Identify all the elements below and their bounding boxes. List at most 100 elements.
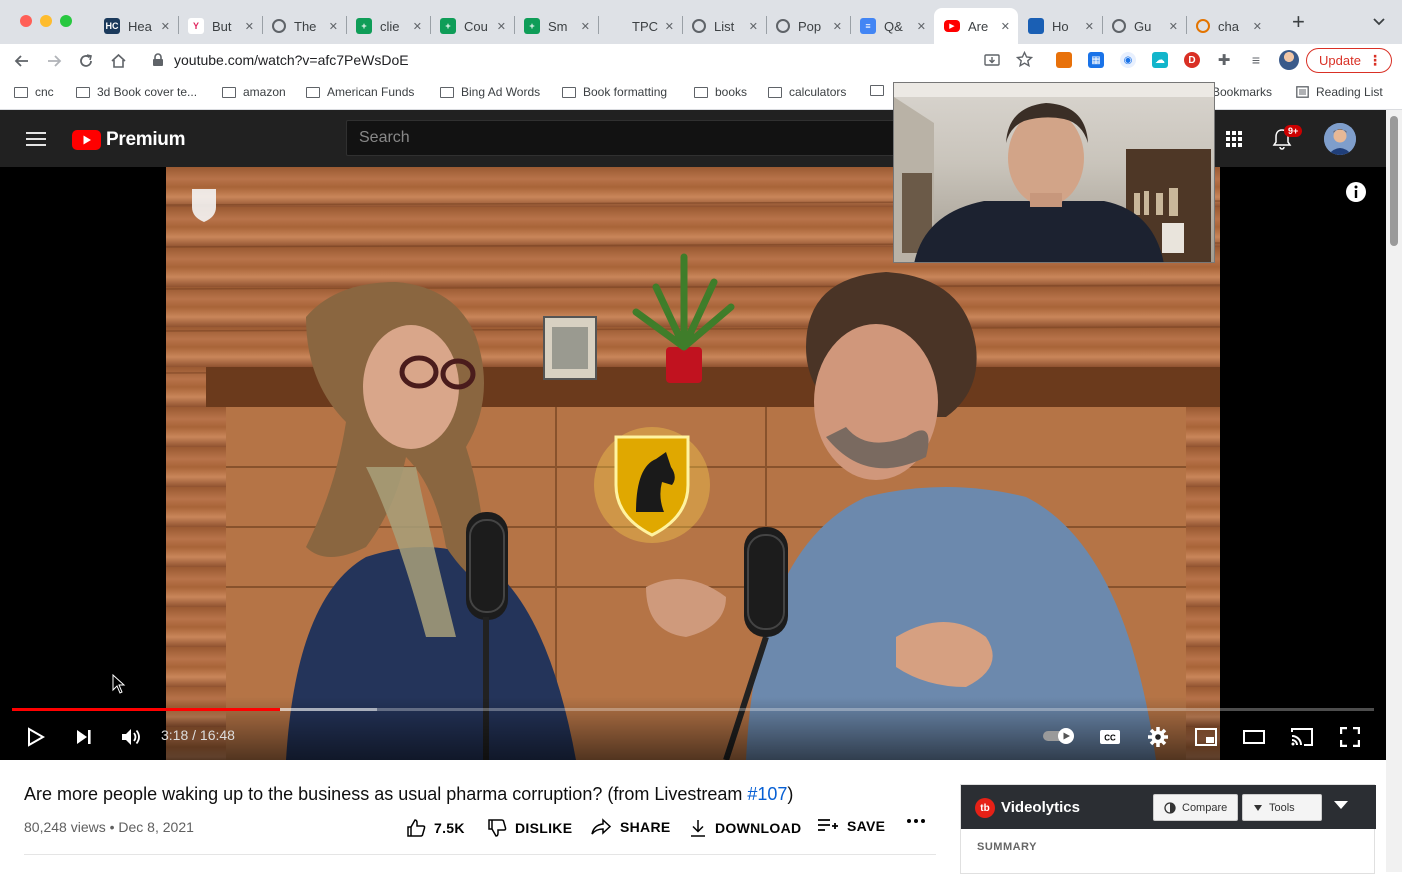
tab-2[interactable]: The ✕ bbox=[262, 8, 346, 44]
apps-grid-icon[interactable] bbox=[1226, 131, 1242, 147]
tab-4[interactable]: + Cou ✕ bbox=[430, 8, 514, 44]
bookmark-star-icon[interactable] bbox=[1016, 51, 1033, 68]
dislike-button[interactable]: DISLIKE bbox=[487, 818, 572, 838]
extensions-puzzle-icon[interactable]: ✚ bbox=[1216, 52, 1232, 69]
compare-label: Compare bbox=[1182, 801, 1228, 814]
install-app-icon[interactable] bbox=[984, 52, 1000, 68]
page-scrollbar[interactable] bbox=[1386, 110, 1402, 872]
theater-mode-button[interactable] bbox=[1240, 723, 1268, 751]
tab-close-icon[interactable]: ✕ bbox=[161, 20, 170, 33]
tools-button[interactable]: Tools bbox=[1242, 794, 1322, 821]
account-avatar[interactable] bbox=[1324, 123, 1356, 155]
bookmark-folder[interactable]: amazon bbox=[222, 85, 286, 99]
share-button[interactable]: SHARE bbox=[590, 818, 671, 836]
back-button[interactable] bbox=[10, 49, 34, 73]
like-button[interactable]: 7.5K bbox=[406, 818, 465, 838]
bookmark-folder[interactable]: 3d Book cover te... bbox=[76, 85, 197, 99]
tab-5[interactable]: + Sm ✕ bbox=[514, 8, 598, 44]
tab-9[interactable]: ≡ Q& ✕ bbox=[850, 8, 934, 44]
tab-12[interactable]: Gu ✕ bbox=[1102, 8, 1186, 44]
bookmark-folder[interactable]: books bbox=[694, 85, 747, 99]
bookmark-folder[interactable]: Book formatting bbox=[562, 85, 667, 99]
tab-close-icon[interactable]: ✕ bbox=[1001, 20, 1010, 33]
bookmark-folder[interactable]: cnc bbox=[14, 85, 54, 99]
bookmark-label: calculators bbox=[789, 85, 847, 99]
tab-10[interactable]: ▶ Are ✕ bbox=[934, 8, 1018, 44]
tab-close-icon[interactable]: ✕ bbox=[497, 20, 506, 33]
tab-11[interactable]: Ho ✕ bbox=[1018, 8, 1102, 44]
settings-button[interactable] bbox=[1144, 723, 1172, 751]
progress-bar[interactable] bbox=[12, 708, 1374, 711]
minimize-window-button[interactable] bbox=[40, 15, 52, 27]
tab-3[interactable]: + clie ✕ bbox=[346, 8, 430, 44]
tab-close-icon[interactable]: ✕ bbox=[917, 20, 926, 33]
extension-d-icon[interactable]: D bbox=[1184, 52, 1200, 68]
info-icon[interactable] bbox=[1345, 181, 1367, 203]
compare-button[interactable]: Compare bbox=[1153, 794, 1239, 821]
tab-8[interactable]: Pop ✕ bbox=[766, 8, 850, 44]
url-text[interactable]: youtube.com/watch?v=afc7PeWsDoE bbox=[174, 52, 409, 68]
download-button[interactable]: DOWNLOAD bbox=[689, 818, 801, 838]
extension-circle-icon[interactable]: ◉ bbox=[1120, 52, 1136, 68]
tab-1[interactable]: Y But ✕ bbox=[178, 8, 262, 44]
youtube-icon: ▶ bbox=[944, 20, 960, 32]
save-button[interactable]: SAVE bbox=[817, 818, 885, 834]
cast-button[interactable] bbox=[1288, 723, 1316, 751]
mute-button[interactable] bbox=[117, 723, 145, 751]
tab-13[interactable]: cha ✕ bbox=[1186, 8, 1270, 44]
videolytics-logo-icon: tb bbox=[975, 798, 995, 818]
new-tab-button[interactable]: + bbox=[1292, 11, 1305, 33]
forward-button[interactable] bbox=[42, 49, 66, 73]
tab-search-icon[interactable] bbox=[1372, 14, 1386, 33]
tab-close-icon[interactable]: ✕ bbox=[665, 20, 674, 33]
bookmark-folder[interactable]: Bing Ad Words bbox=[440, 85, 540, 99]
miniplayer-button[interactable] bbox=[1192, 723, 1220, 751]
extension-cloud-icon[interactable]: ☁ bbox=[1152, 52, 1168, 68]
folder-icon[interactable] bbox=[870, 85, 891, 96]
tab-7[interactable]: List ✕ bbox=[682, 8, 766, 44]
hashtag-link[interactable]: #107 bbox=[747, 784, 787, 804]
autoplay-toggle[interactable] bbox=[1042, 725, 1076, 747]
lock-icon[interactable] bbox=[152, 53, 164, 67]
update-button[interactable]: Update ⋮ bbox=[1306, 48, 1392, 73]
next-button[interactable] bbox=[70, 723, 98, 751]
bookmark-folder[interactable]: American Funds bbox=[306, 85, 414, 99]
youtube-logo[interactable]: Premium bbox=[72, 129, 186, 151]
tab-6[interactable]: TPC ✕ bbox=[598, 8, 682, 44]
tab-close-icon[interactable]: ✕ bbox=[245, 20, 254, 33]
collapse-caret-icon[interactable] bbox=[1333, 800, 1349, 810]
search-box[interactable] bbox=[346, 120, 906, 156]
media-control-icon[interactable]: ≡ bbox=[1248, 52, 1264, 68]
reload-button[interactable] bbox=[74, 49, 98, 73]
play-button[interactable] bbox=[22, 723, 50, 751]
other-bookmarks[interactable]: Bookmarks bbox=[1212, 85, 1272, 99]
tab-close-icon[interactable]: ✕ bbox=[581, 20, 590, 33]
scrollbar-thumb[interactable] bbox=[1390, 116, 1398, 246]
bookmark-label: American Funds bbox=[327, 85, 415, 99]
tab-close-icon[interactable]: ✕ bbox=[329, 20, 338, 33]
search-input[interactable] bbox=[347, 121, 905, 155]
profile-avatar[interactable] bbox=[1279, 50, 1299, 70]
hamburger-menu-icon[interactable] bbox=[26, 131, 46, 147]
zoom-window-button[interactable] bbox=[60, 15, 72, 27]
reading-list[interactable]: Reading List bbox=[1296, 85, 1383, 99]
fullscreen-button[interactable] bbox=[1336, 723, 1364, 751]
address-bar[interactable]: youtube.com/watch?v=afc7PeWsDoE bbox=[140, 47, 1040, 74]
close-window-button[interactable] bbox=[20, 15, 32, 27]
subtitles-button[interactable]: CC bbox=[1096, 723, 1124, 751]
tab-close-icon[interactable]: ✕ bbox=[1253, 20, 1262, 33]
more-actions-button[interactable] bbox=[906, 818, 934, 824]
bookmark-folder[interactable]: calculators bbox=[768, 85, 846, 99]
tab-0[interactable]: HC Hea ✕ bbox=[94, 8, 178, 44]
tab-close-icon[interactable]: ✕ bbox=[1085, 20, 1094, 33]
extension-orange-icon[interactable] bbox=[1056, 52, 1072, 68]
tab-close-icon[interactable]: ✕ bbox=[1169, 20, 1178, 33]
tab-close-icon[interactable]: ✕ bbox=[749, 20, 758, 33]
notifications-button[interactable]: 9+ bbox=[1272, 125, 1303, 155]
other-bookmarks-label: Bookmarks bbox=[1212, 85, 1273, 99]
home-button[interactable] bbox=[106, 49, 130, 73]
tab-close-icon[interactable]: ✕ bbox=[833, 20, 842, 33]
tab-close-icon[interactable]: ✕ bbox=[413, 20, 422, 33]
webcam-overlay[interactable] bbox=[893, 82, 1215, 263]
extension-grid-icon[interactable]: ▦ bbox=[1088, 52, 1104, 68]
